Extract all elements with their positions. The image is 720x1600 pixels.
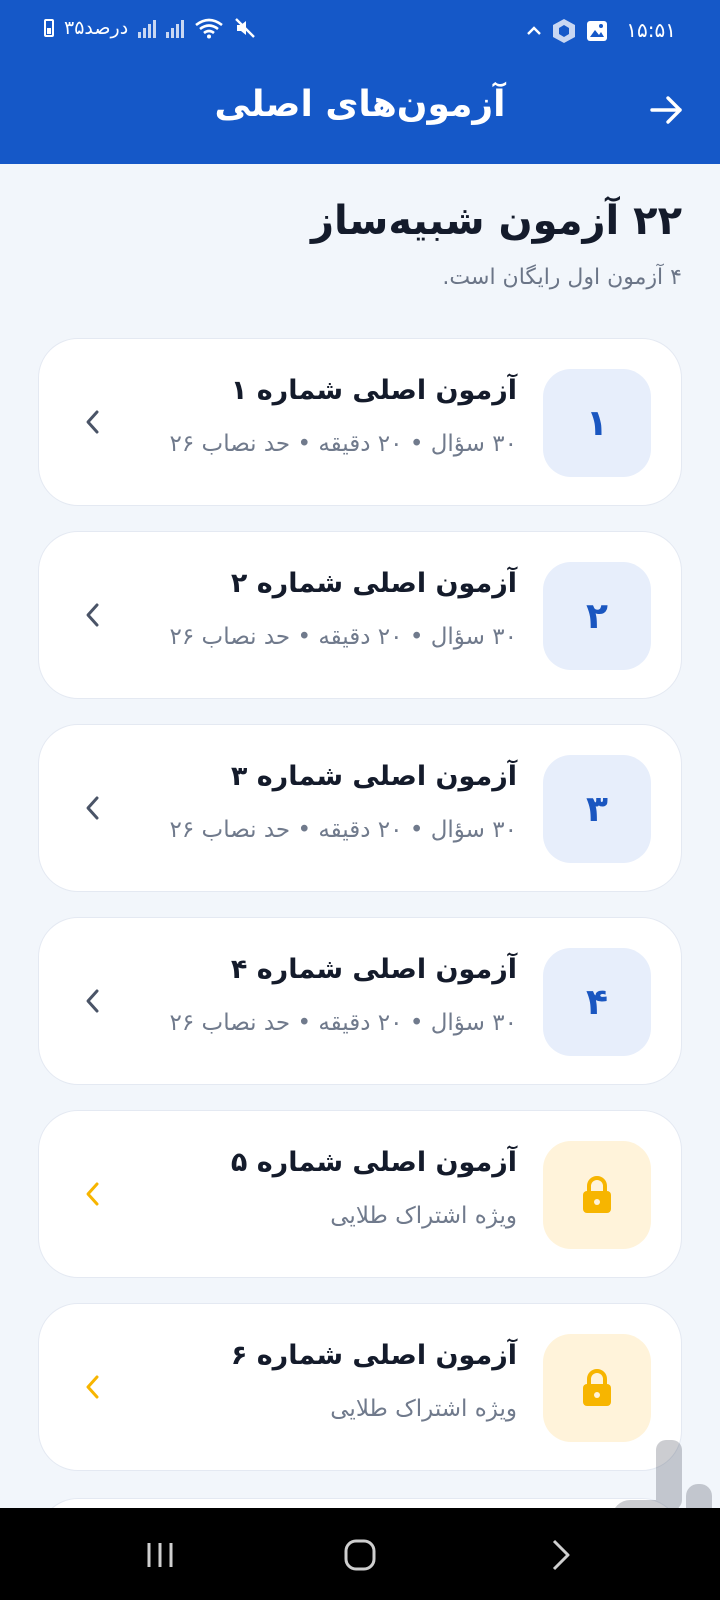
chevron-up-icon (527, 26, 541, 35)
status-time: ۱۵:۵۱ (626, 18, 676, 42)
exam-card-3[interactable]: ۳ آزمون اصلی شماره ۳ ۳۰ سؤال • ۲۰ دقیقه … (38, 724, 682, 892)
exam-title: آزمون اصلی شماره ۶ (230, 1340, 517, 1371)
exam-number-badge: ۳ (543, 755, 651, 863)
exam-meta: ۳۰ سؤال • ۲۰ دقیقه • حد نصاب ۲۶ (169, 431, 517, 457)
exam-number-badge: ۲ (543, 562, 651, 670)
exam-meta: ویژه اشتراک طلایی (330, 1203, 517, 1229)
status-right-icons (526, 18, 608, 44)
status-left: ۳۵درصد (44, 17, 256, 39)
exam-title: آزمون اصلی شماره ۴ (230, 954, 517, 985)
status-bar: ۳۵درصد ۱۵:۵۱ (0, 0, 720, 62)
lock-icon (583, 1176, 611, 1213)
exam-number-badge: ۱ (543, 369, 651, 477)
section-subtitle: ۴ آزمون اول رایگان است. (442, 265, 682, 290)
exam-meta: ۳۰ سؤال • ۲۰ دقیقه • حد نصاب ۲۶ (169, 817, 517, 843)
lock-icon (583, 1369, 611, 1406)
exam-meta: ۳۰ سؤال • ۲۰ دقیقه • حد نصاب ۲۶ (169, 1010, 517, 1036)
exam-card-4[interactable]: ۴ آزمون اصلی شماره ۴ ۳۰ سؤال • ۲۰ دقیقه … (38, 917, 682, 1085)
battery-icon (44, 19, 54, 37)
locked-badge (543, 1334, 651, 1442)
system-navigation-bar (0, 1508, 720, 1600)
exam-card-5-locked[interactable]: آزمون اصلی شماره ۵ ویژه اشتراک طلایی (38, 1110, 682, 1278)
wifi-icon (195, 18, 223, 39)
exam-title: آزمون اصلی شماره ۲ (230, 568, 517, 599)
back-icon[interactable] (542, 1538, 582, 1572)
section-title: ۲۲ آزمون شبیه‌ساز (310, 198, 682, 244)
exam-card-1[interactable]: ۱ آزمون اصلی شماره ۱ ۳۰ سؤال • ۲۰ دقیقه … (38, 338, 682, 506)
chevron-left-icon (86, 410, 99, 434)
chevron-left-icon (86, 1182, 99, 1206)
recent-apps-icon[interactable] (140, 1538, 180, 1572)
exam-number-badge: ۴ (543, 948, 651, 1056)
chevron-left-icon (86, 1375, 99, 1399)
exam-card-6-locked[interactable]: آزمون اصلی شماره ۶ ویژه اشتراک طلایی (38, 1303, 682, 1471)
chevron-left-icon (86, 796, 99, 820)
exam-title: آزمون اصلی شماره ۵ (230, 1147, 517, 1178)
home-icon[interactable] (340, 1538, 380, 1572)
chevron-left-icon (86, 603, 99, 627)
signal-icon-2 (166, 18, 185, 38)
page-title: آزمون‌های اصلی (214, 84, 506, 125)
exam-title: آزمون اصلی شماره ۱ (230, 375, 517, 406)
signal-icon (138, 18, 157, 38)
mute-icon (235, 18, 256, 38)
chevron-left-icon (86, 989, 99, 1013)
gallery-icon (587, 21, 607, 41)
exam-title: آزمون اصلی شماره ۳ (230, 761, 517, 792)
exam-meta: ۳۰ سؤال • ۲۰ دقیقه • حد نصاب ۲۶ (169, 624, 517, 650)
app-header: ۳۵درصد (0, 0, 720, 164)
exam-meta: ویژه اشتراک طلایی (330, 1396, 517, 1422)
hexagon-app-icon (553, 19, 575, 43)
battery-text: ۳۵درصد (64, 17, 129, 39)
exam-card-2[interactable]: ۲ آزمون اصلی شماره ۲ ۳۰ سؤال • ۲۰ دقیقه … (38, 531, 682, 699)
locked-badge (543, 1141, 651, 1249)
back-arrow-icon[interactable] (648, 92, 684, 128)
